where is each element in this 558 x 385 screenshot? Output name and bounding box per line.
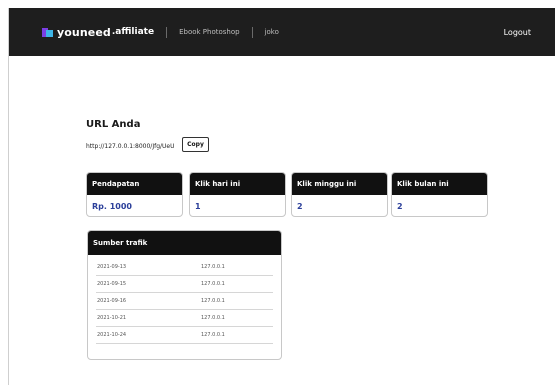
table-row: 2021-09-13 127.0.0.1: [96, 259, 273, 276]
stat-card-value: Rp. 1000: [92, 202, 132, 211]
nav-divider: [251, 26, 253, 38]
logout-link[interactable]: Logout: [504, 28, 531, 37]
row-ip: 127.0.0.1: [201, 332, 225, 338]
traffic-table: 2021-09-13 127.0.0.1 2021-09-15 127.0.0.…: [88, 255, 281, 344]
row-date: 2021-10-21: [97, 315, 127, 321]
stat-card-value: 2: [297, 202, 303, 211]
stat-card-clicks-week: Klik minggu ini 2: [291, 172, 388, 217]
stat-card-value: 1: [195, 202, 201, 211]
brand-suffix: .affiliate: [111, 27, 155, 37]
row-ip: 127.0.0.1: [201, 264, 225, 270]
row-date: 2021-09-15: [97, 281, 127, 287]
row-ip: 127.0.0.1: [201, 281, 225, 287]
stat-card-clicks-month: Klik bulan ini 2: [391, 172, 488, 217]
stat-card-earnings: Pendapatan Rp. 1000: [86, 172, 183, 217]
row-ip: 127.0.0.1: [201, 298, 225, 304]
stat-card-label: Pendapatan: [87, 173, 182, 195]
nav-link-user[interactable]: joko: [265, 28, 279, 36]
nav-divider: [166, 26, 168, 38]
affiliate-url: http://127.0.0.1:8000/Jfg/UeU: [86, 143, 175, 150]
youneed-logo-icon: [42, 27, 53, 37]
stat-card-label: Klik hari ini: [190, 173, 285, 195]
table-row: 2021-10-24 127.0.0.1: [96, 327, 273, 344]
copy-button[interactable]: Copy: [182, 137, 209, 152]
brand-name: youneed: [57, 25, 111, 39]
table-row: 2021-09-15 127.0.0.1: [96, 276, 273, 293]
nav-link-ebook[interactable]: Ebook Photoshop: [179, 28, 240, 36]
brand-logo[interactable]: youneed .affiliate: [42, 26, 154, 39]
url-section-title: URL Anda: [86, 119, 141, 130]
page-frame: youneed .affiliate Ebook Photoshop joko …: [8, 8, 555, 385]
row-ip: 127.0.0.1: [201, 315, 225, 321]
row-date: 2021-10-24: [97, 332, 127, 338]
row-date: 2021-09-16: [97, 298, 127, 304]
traffic-source-panel: Sumber trafik 2021-09-13 127.0.0.1 2021-…: [87, 230, 282, 360]
traffic-panel-title: Sumber trafik: [88, 231, 281, 255]
stat-card-clicks-today: Klik hari ini 1: [189, 172, 286, 217]
table-row: 2021-09-16 127.0.0.1: [96, 293, 273, 310]
stat-card-label: Klik bulan ini: [392, 173, 487, 195]
row-date: 2021-09-13: [97, 264, 127, 270]
top-navbar: youneed .affiliate Ebook Photoshop joko …: [9, 8, 555, 56]
stat-card-label: Klik minggu ini: [292, 173, 387, 195]
table-row: 2021-10-21 127.0.0.1: [96, 310, 273, 327]
stat-card-value: 2: [397, 202, 403, 211]
